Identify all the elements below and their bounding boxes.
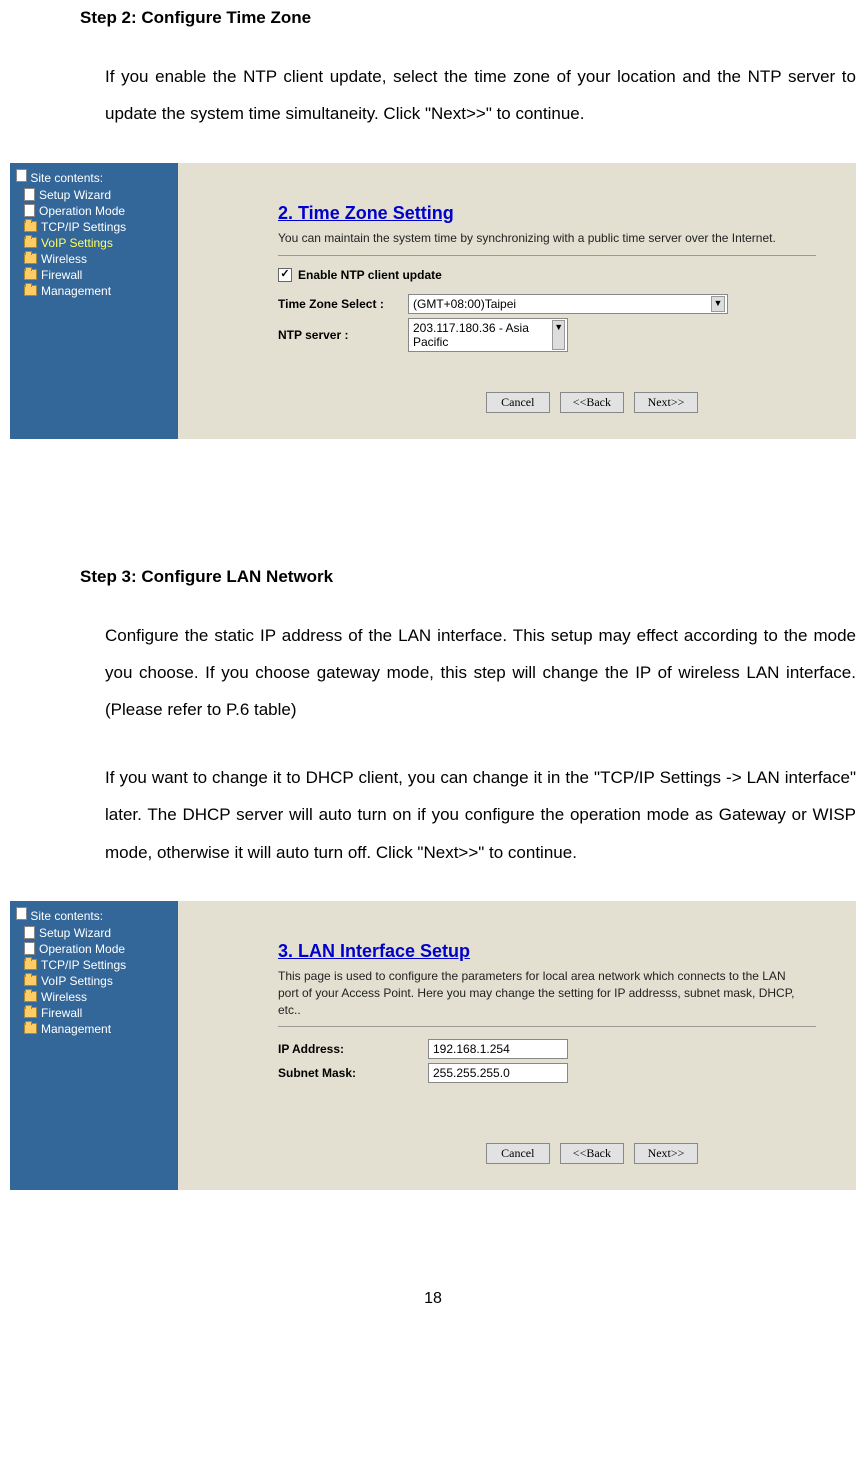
- sidebar-item-tcpip[interactable]: TCP/IP Settings: [14, 957, 174, 973]
- sidebar-item-firewall[interactable]: Firewall: [14, 1005, 174, 1021]
- folder-icon: [24, 285, 37, 296]
- sidebar-item-label: Firewall: [41, 268, 82, 282]
- tz-select[interactable]: (GMT+08:00)Taipei ▼: [408, 294, 728, 314]
- ntp-enable-checkbox[interactable]: ✓: [278, 268, 292, 282]
- sidebar-item-voip[interactable]: VoIP Settings: [14, 973, 174, 989]
- sidebar-item-operation-mode[interactable]: Operation Mode: [14, 203, 174, 219]
- sidebar-item-setup-wizard[interactable]: Setup Wizard: [14, 187, 174, 203]
- sidebar-item-label: Setup Wizard: [39, 188, 111, 202]
- sidebar-title: Site contents:: [14, 169, 174, 185]
- back-button[interactable]: <<Back: [560, 1143, 624, 1164]
- sidebar-item-label: VoIP Settings: [41, 974, 113, 988]
- folder-icon: [24, 221, 37, 232]
- page-number: 18: [10, 1290, 856, 1328]
- ntp-enable-label: Enable NTP client update: [298, 268, 442, 282]
- chevron-down-icon: ▼: [711, 296, 725, 312]
- folder-icon: [24, 991, 37, 1002]
- folder-icon: [24, 959, 37, 970]
- step2-body: If you enable the NTP client update, sel…: [105, 58, 856, 133]
- ip-address-input[interactable]: 192.168.1.254: [428, 1039, 568, 1059]
- tz-select-value: (GMT+08:00)Taipei: [413, 297, 516, 311]
- ip-address-label: IP Address:: [278, 1042, 428, 1056]
- sidebar-item-label: Operation Mode: [39, 204, 125, 218]
- step3-body1: Configure the static IP address of the L…: [105, 617, 856, 729]
- sidebar-item-label: VoIP Settings: [41, 236, 113, 250]
- chevron-down-icon: ▼: [552, 320, 565, 350]
- folder-icon: [24, 269, 37, 280]
- step2-title: Step 2: Configure Time Zone: [80, 8, 856, 28]
- site-icon: [16, 169, 27, 182]
- sidebar-item-label: Operation Mode: [39, 942, 125, 956]
- sidebar-item-label: Setup Wizard: [39, 926, 111, 940]
- sidebar-title: Site contents:: [14, 907, 174, 923]
- folder-icon: [24, 1023, 37, 1034]
- sidebar-item-tcpip[interactable]: TCP/IP Settings: [14, 219, 174, 235]
- step3-body2: If you want to change it to DHCP client,…: [105, 759, 856, 871]
- panel-title: 2. Time Zone Setting: [278, 203, 816, 224]
- sidebar-item-wireless[interactable]: Wireless: [14, 251, 174, 267]
- doc-icon: [24, 926, 35, 939]
- sidebar-item-label: TCP/IP Settings: [41, 958, 126, 972]
- sidebar-item-label: TCP/IP Settings: [41, 220, 126, 234]
- lan-panel: 3. LAN Interface Setup This page is used…: [178, 901, 856, 1190]
- sidebar-item-setup-wizard[interactable]: Setup Wizard: [14, 925, 174, 941]
- subnet-mask-label: Subnet Mask:: [278, 1066, 428, 1080]
- separator: [278, 1026, 816, 1027]
- cancel-button[interactable]: Cancel: [486, 392, 550, 413]
- separator: [278, 255, 816, 256]
- ntp-server-select[interactable]: 203.117.180.36 - Asia Pacific ▼: [408, 318, 568, 352]
- timezone-panel: 2. Time Zone Setting You can maintain th…: [178, 163, 856, 439]
- screenshot-timezone: Site contents: Setup Wizard Operation Mo…: [10, 163, 856, 439]
- folder-icon: [24, 1007, 37, 1018]
- sidebar-item-label: Firewall: [41, 1006, 82, 1020]
- doc-icon: [24, 204, 35, 217]
- sidebar-item-label: Management: [41, 1022, 111, 1036]
- panel-desc: You can maintain the system time by sync…: [278, 230, 798, 247]
- sidebar-item-management[interactable]: Management: [14, 283, 174, 299]
- folder-icon: [24, 975, 37, 986]
- subnet-mask-input[interactable]: 255.255.255.0: [428, 1063, 568, 1083]
- folder-icon: [24, 253, 37, 264]
- panel-title: 3. LAN Interface Setup: [278, 941, 816, 962]
- sidebar: Site contents: Setup Wizard Operation Mo…: [10, 163, 178, 439]
- site-icon: [16, 907, 27, 920]
- back-button[interactable]: <<Back: [560, 392, 624, 413]
- ntp-server-value: 203.117.180.36 - Asia Pacific: [413, 321, 548, 349]
- ntp-server-label: NTP server :: [278, 328, 408, 342]
- sidebar-title-text: Site contents:: [30, 171, 103, 185]
- sidebar-item-operation-mode[interactable]: Operation Mode: [14, 941, 174, 957]
- sidebar-item-label: Management: [41, 284, 111, 298]
- sidebar-item-voip[interactable]: VoIP Settings: [14, 235, 174, 251]
- sidebar-item-wireless[interactable]: Wireless: [14, 989, 174, 1005]
- cancel-button[interactable]: Cancel: [486, 1143, 550, 1164]
- next-button[interactable]: Next>>: [634, 1143, 698, 1164]
- sidebar-item-management[interactable]: Management: [14, 1021, 174, 1037]
- panel-desc: This page is used to configure the param…: [278, 968, 798, 1018]
- doc-icon: [24, 942, 35, 955]
- sidebar-title-text: Site contents:: [30, 909, 103, 923]
- sidebar-item-label: Wireless: [41, 252, 87, 266]
- sidebar-item-label: Wireless: [41, 990, 87, 1004]
- screenshot-lan: Site contents: Setup Wizard Operation Mo…: [10, 901, 856, 1190]
- sidebar-item-firewall[interactable]: Firewall: [14, 267, 174, 283]
- next-button[interactable]: Next>>: [634, 392, 698, 413]
- step3-title: Step 3: Configure LAN Network: [80, 567, 856, 587]
- folder-icon: [24, 237, 37, 248]
- tz-select-label: Time Zone Select :: [278, 297, 408, 311]
- doc-icon: [24, 188, 35, 201]
- sidebar: Site contents: Setup Wizard Operation Mo…: [10, 901, 178, 1190]
